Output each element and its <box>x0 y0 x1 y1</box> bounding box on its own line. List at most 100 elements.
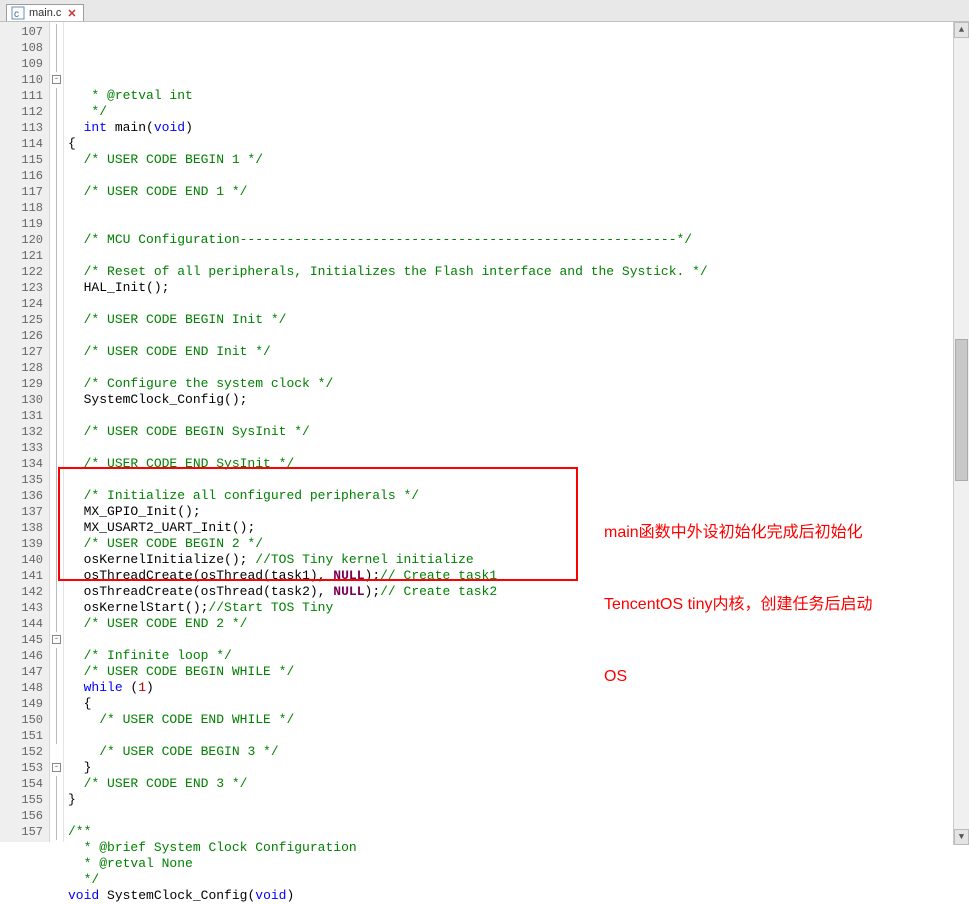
svg-text:c: c <box>14 9 19 20</box>
code-line[interactable] <box>68 440 965 456</box>
fold-marker[interactable] <box>50 104 63 120</box>
fold-marker[interactable] <box>50 472 63 488</box>
code-line[interactable]: /** <box>68 824 965 840</box>
scroll-up-button[interactable]: ▲ <box>954 22 969 38</box>
line-number: 135 <box>0 472 43 488</box>
code-line[interactable]: int main(void) <box>68 120 965 136</box>
fold-marker[interactable] <box>50 216 63 232</box>
fold-marker[interactable] <box>50 744 63 760</box>
code-line[interactable] <box>68 360 965 376</box>
line-number: 137 <box>0 504 43 520</box>
fold-marker[interactable] <box>50 56 63 72</box>
fold-marker[interactable] <box>50 424 63 440</box>
code-line[interactable]: } <box>68 792 965 808</box>
fold-marker[interactable] <box>50 568 63 584</box>
fold-marker[interactable] <box>50 664 63 680</box>
code-line[interactable]: /* USER CODE BEGIN Init */ <box>68 312 965 328</box>
close-icon[interactable]: ✕ <box>67 7 76 20</box>
fold-marker[interactable] <box>50 488 63 504</box>
fold-marker[interactable] <box>50 712 63 728</box>
code-text-area[interactable]: main函数中外设初始化完成后初始化 TencentOS tiny内核，创建任务… <box>64 22 969 842</box>
fold-marker[interactable] <box>50 376 63 392</box>
fold-marker[interactable] <box>50 296 63 312</box>
code-line[interactable] <box>68 216 965 232</box>
fold-marker[interactable] <box>50 600 63 616</box>
scroll-down-button[interactable]: ▼ <box>954 829 969 845</box>
fold-marker[interactable] <box>50 136 63 152</box>
fold-marker[interactable] <box>50 648 63 664</box>
scrollbar-thumb[interactable] <box>955 339 968 481</box>
code-line[interactable]: /* Configure the system clock */ <box>68 376 965 392</box>
fold-marker[interactable] <box>50 824 63 840</box>
fold-marker[interactable] <box>50 40 63 56</box>
code-line[interactable]: /* USER CODE END 1 */ <box>68 184 965 200</box>
fold-marker[interactable] <box>50 536 63 552</box>
code-line[interactable]: */ <box>68 104 965 120</box>
fold-column[interactable]: - - - <box>50 22 64 842</box>
code-line[interactable]: * @brief System Clock Configuration <box>68 840 965 856</box>
fold-marker[interactable] <box>50 360 63 376</box>
fold-marker[interactable] <box>50 680 63 696</box>
fold-marker[interactable] <box>50 616 63 632</box>
code-line[interactable]: /* USER CODE BEGIN SysInit */ <box>68 424 965 440</box>
fold-marker[interactable] <box>50 232 63 248</box>
line-number: 108 <box>0 40 43 56</box>
fold-marker[interactable] <box>50 728 63 744</box>
code-line[interactable]: /* USER CODE BEGIN 1 */ <box>68 152 965 168</box>
code-line[interactable]: HAL_Init(); <box>68 280 965 296</box>
code-line[interactable] <box>68 408 965 424</box>
vertical-scrollbar[interactable]: ▲ ▼ <box>953 22 969 845</box>
fold-marker[interactable] <box>50 168 63 184</box>
fold-marker[interactable]: - <box>50 632 63 648</box>
fold-marker[interactable] <box>50 696 63 712</box>
fold-marker[interactable] <box>50 184 63 200</box>
fold-marker[interactable]: - <box>50 760 63 776</box>
code-line[interactable]: * @retval None <box>68 856 965 872</box>
fold-marker[interactable] <box>50 312 63 328</box>
code-line[interactable]: * @retval int <box>68 88 965 104</box>
code-line[interactable]: void SystemClock_Config(void) <box>68 888 965 904</box>
fold-marker[interactable] <box>50 200 63 216</box>
fold-marker[interactable] <box>50 392 63 408</box>
code-line[interactable] <box>68 296 965 312</box>
fold-marker[interactable] <box>50 776 63 792</box>
fold-marker[interactable] <box>50 456 63 472</box>
code-line[interactable]: */ <box>68 872 965 888</box>
code-line[interactable]: /* Reset of all peripherals, Initializes… <box>68 264 965 280</box>
fold-marker[interactable] <box>50 520 63 536</box>
code-line[interactable]: /* USER CODE END Init */ <box>68 344 965 360</box>
fold-marker[interactable] <box>50 264 63 280</box>
fold-marker[interactable] <box>50 120 63 136</box>
code-line[interactable]: { <box>68 136 965 152</box>
code-line[interactable] <box>68 248 965 264</box>
fold-marker[interactable] <box>50 344 63 360</box>
fold-marker[interactable]: - <box>50 72 63 88</box>
fold-marker[interactable] <box>50 328 63 344</box>
fold-marker[interactable] <box>50 792 63 808</box>
fold-marker[interactable] <box>50 280 63 296</box>
fold-marker[interactable] <box>50 88 63 104</box>
fold-marker[interactable] <box>50 584 63 600</box>
code-line[interactable]: /* USER CODE END SysInit */ <box>68 456 965 472</box>
line-number: 154 <box>0 776 43 792</box>
fold-marker[interactable] <box>50 152 63 168</box>
code-line[interactable]: /* USER CODE END 3 */ <box>68 776 965 792</box>
fold-marker[interactable] <box>50 248 63 264</box>
code-line[interactable] <box>68 200 965 216</box>
code-line[interactable]: /* MCU Configuration--------------------… <box>68 232 965 248</box>
code-line[interactable] <box>68 328 965 344</box>
code-line[interactable]: SystemClock_Config(); <box>68 392 965 408</box>
file-tab-main-c[interactable]: c main.c ✕ <box>6 4 84 21</box>
fold-marker[interactable] <box>50 408 63 424</box>
code-line[interactable]: } <box>68 760 965 776</box>
fold-marker[interactable] <box>50 440 63 456</box>
fold-marker[interactable] <box>50 808 63 824</box>
fold-marker[interactable] <box>50 24 63 40</box>
code-line[interactable] <box>68 168 965 184</box>
line-number: 141 <box>0 568 43 584</box>
scrollbar-track[interactable] <box>954 38 969 829</box>
code-line[interactable]: /* USER CODE BEGIN 3 */ <box>68 744 965 760</box>
fold-marker[interactable] <box>50 552 63 568</box>
fold-marker[interactable] <box>50 504 63 520</box>
code-line[interactable] <box>68 808 965 824</box>
